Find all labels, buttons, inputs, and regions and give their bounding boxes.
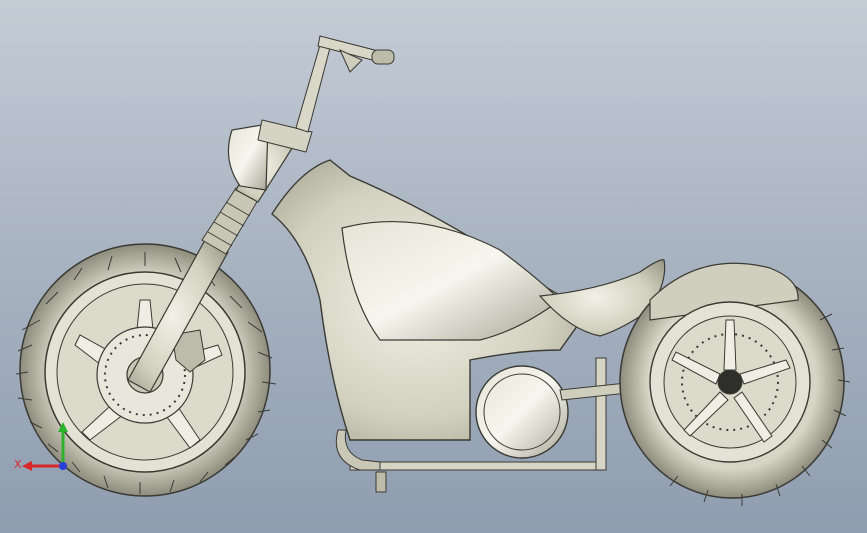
z-axis-arrow (58, 422, 68, 432)
x-axis-label: X (14, 458, 22, 471)
engine-cover (475, 365, 569, 459)
cad-viewport[interactable] (0, 0, 867, 533)
rear-hub (717, 369, 743, 395)
x-axis-arrow (22, 461, 32, 471)
kickstand (375, 471, 387, 493)
origin-dot (59, 462, 67, 470)
rear-wheel[interactable] (619, 262, 851, 506)
coordinate-triad-icon: X (14, 422, 68, 471)
handlebar-grip (371, 49, 395, 65)
handlebar-riser (295, 37, 333, 133)
rear-frame-upright (595, 357, 607, 471)
lower-frame-rail (349, 461, 603, 471)
